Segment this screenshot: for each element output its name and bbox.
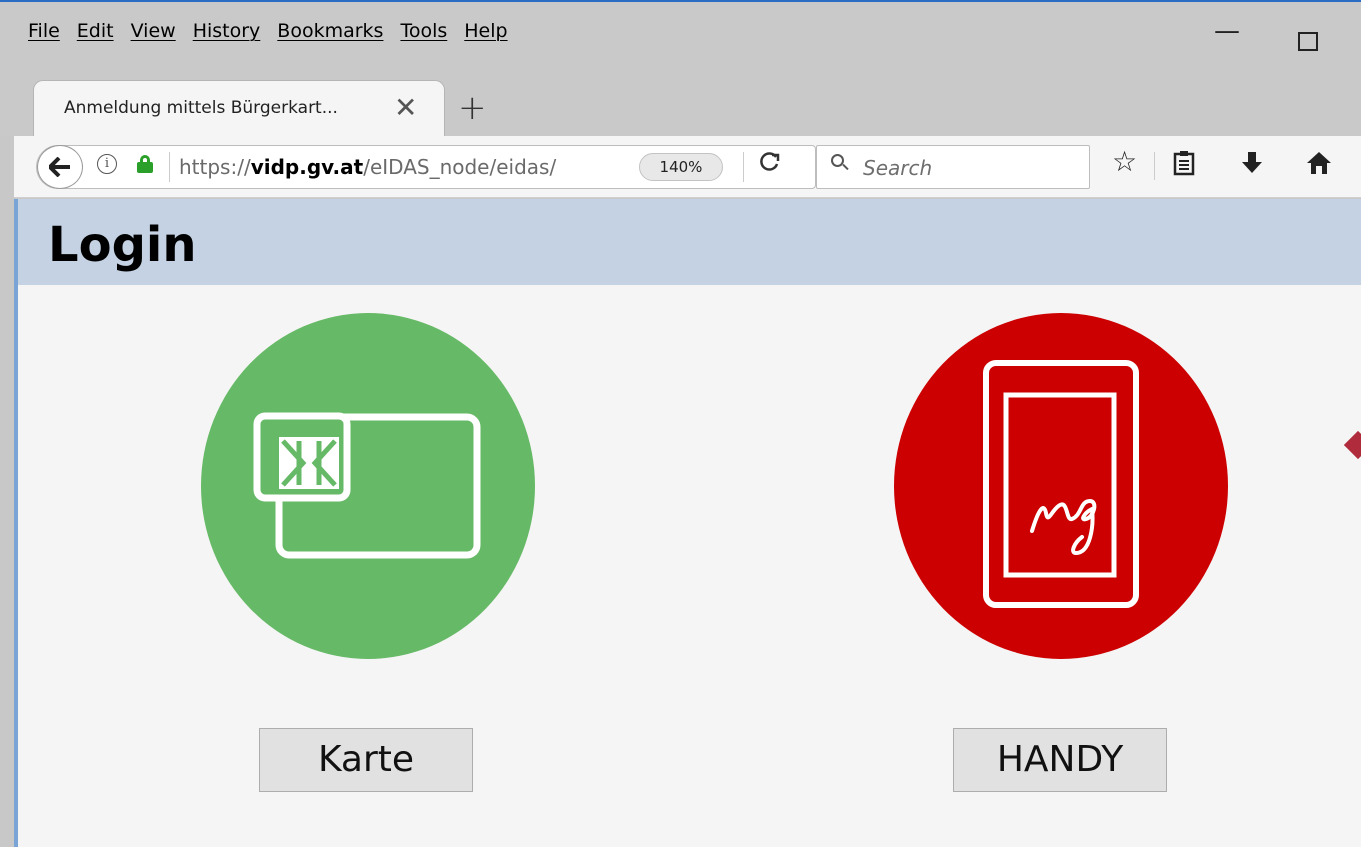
search-input[interactable]: Search	[816, 145, 1090, 189]
menu-history[interactable]: History	[193, 20, 261, 42]
search-icon	[831, 154, 849, 171]
reload-icon[interactable]	[759, 151, 781, 179]
zoom-level-badge[interactable]: 140%	[639, 153, 723, 181]
minimize-button[interactable]: —	[1214, 16, 1240, 46]
menu-list: File Edit View History Bookmarks Tools H…	[28, 20, 525, 42]
smart-card-icon[interactable]	[201, 313, 535, 659]
tab-title: Anmeldung mittels Bürgerkart...	[64, 98, 338, 118]
download-icon[interactable]	[1240, 150, 1264, 181]
menu-tools[interactable]: Tools	[400, 20, 447, 42]
menu-view[interactable]: View	[131, 20, 176, 42]
toolbar-separator	[1154, 152, 1155, 180]
home-icon[interactable]	[1306, 150, 1332, 181]
close-tab-icon[interactable]: ✕	[394, 91, 417, 124]
mobile-signature-icon[interactable]	[894, 313, 1228, 659]
menu-edit[interactable]: Edit	[77, 20, 114, 42]
url-text[interactable]: https://vidp.gv.at/eIDAS_node/eidas/	[179, 155, 556, 179]
url-separator	[743, 152, 744, 182]
search-placeholder: Search	[863, 156, 933, 180]
back-button[interactable]	[37, 145, 83, 189]
lock-icon[interactable]	[137, 155, 153, 173]
menu-bookmarks[interactable]: Bookmarks	[277, 20, 383, 42]
partial-arrow-marker	[1343, 430, 1361, 460]
url-separator	[169, 152, 170, 182]
page-title: Login	[48, 217, 197, 273]
star-icon[interactable]: ☆	[1112, 148, 1137, 176]
reader-view-icon[interactable]	[1172, 150, 1196, 181]
menu-file[interactable]: File	[28, 20, 60, 42]
info-icon[interactable]: i	[97, 154, 117, 174]
page-content: Login Karte HANDY	[14, 199, 1361, 847]
new-tab-button[interactable]: +	[458, 88, 487, 128]
tab-active[interactable]: Anmeldung mittels Bürgerkart... ✕	[33, 80, 445, 136]
navigation-toolbar: i https://vidp.gv.at/eIDAS_node/eidas/ 1…	[14, 136, 1361, 198]
menu-help[interactable]: Help	[464, 20, 507, 42]
handy-login-button[interactable]: HANDY	[953, 728, 1167, 792]
menubar: File Edit View History Bookmarks Tools H…	[0, 0, 1361, 66]
url-bar[interactable]: i https://vidp.gv.at/eIDAS_node/eidas/ 1…	[36, 145, 816, 189]
page-header: Login	[18, 199, 1361, 285]
karte-login-button[interactable]: Karte	[259, 728, 473, 792]
arrow-left-icon	[49, 157, 70, 177]
tab-strip: Anmeldung mittels Bürgerkart... ✕ +	[0, 66, 1361, 136]
maximize-button[interactable]	[1298, 32, 1318, 51]
